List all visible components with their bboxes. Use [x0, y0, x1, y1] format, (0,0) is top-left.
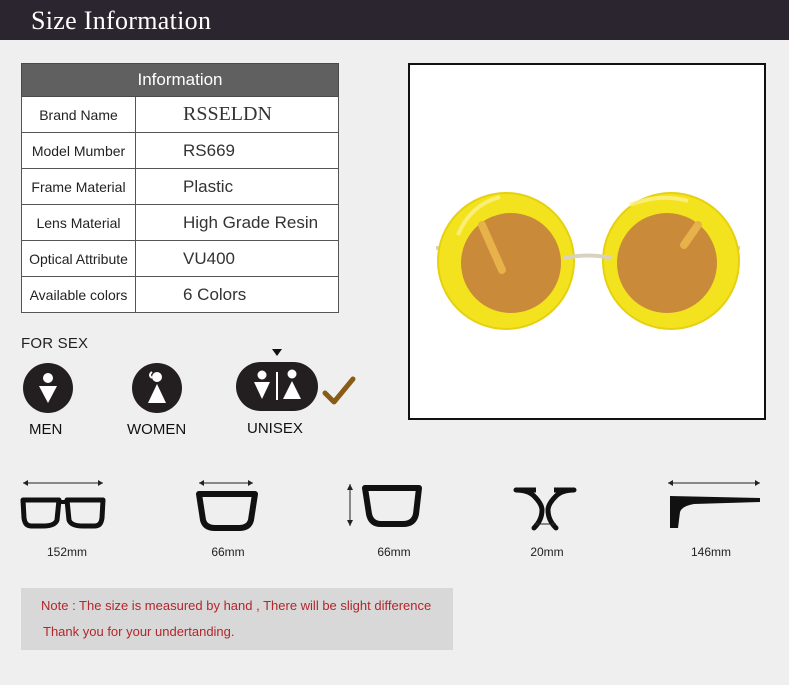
- table-row: Model Mumber RS669: [21, 132, 339, 169]
- sunglasses-image: [436, 192, 741, 330]
- row-value: High Grade Resin: [135, 204, 339, 241]
- row-label: Model Mumber: [21, 132, 136, 169]
- left-lens: [461, 213, 561, 313]
- frame-width-icon: [20, 480, 106, 529]
- row-label: Lens Material: [21, 204, 136, 241]
- dim-label-frame-width: 152mm: [46, 545, 87, 559]
- right-lens: [617, 213, 717, 313]
- sex-label-men: MEN: [29, 421, 63, 438]
- info-table-title: Information: [21, 63, 339, 97]
- selected-indicator-icon: [272, 349, 282, 356]
- female-icon: [132, 363, 182, 413]
- unisex-icon: [236, 362, 318, 411]
- product-image: [408, 63, 766, 420]
- page-title: Size Information: [31, 6, 212, 35]
- table-row: Optical Attribute VU400: [21, 240, 339, 277]
- dim-label-temple-length: 146mm: [690, 545, 731, 559]
- table-row: Lens Material High Grade Resin: [21, 204, 339, 241]
- row-value: 6 Colors: [135, 276, 339, 313]
- row-label: Frame Material: [21, 168, 136, 205]
- header-bar: Size Information: [0, 0, 789, 40]
- info-table-header: Information: [21, 63, 339, 97]
- check-icon: [322, 376, 356, 405]
- table-row: Frame Material Plastic: [21, 168, 339, 205]
- temple-length-icon: [668, 480, 760, 528]
- row-label: Available colors: [21, 276, 136, 313]
- row-value: RS669: [135, 132, 339, 169]
- sex-label-women: WOMEN: [127, 421, 187, 438]
- row-label: Brand Name: [21, 96, 136, 133]
- for-sex-heading: FOR SEX: [21, 335, 89, 352]
- sex-label-unisex: UNISEX: [247, 420, 303, 437]
- dim-label-lens-height: 66mm: [377, 545, 411, 559]
- table-row: Brand Name RSSELDN: [21, 96, 339, 133]
- note-box: Note : The size is measured by hand , Th…: [21, 588, 453, 650]
- row-value: RSSELDN: [135, 96, 339, 133]
- dim-label-bridge-width: 20mm: [530, 545, 564, 559]
- bridge: [563, 253, 613, 260]
- male-icon: [23, 363, 73, 413]
- thanks-text: Thank you for your undertanding.: [43, 624, 235, 639]
- note-text: Note : The size is measured by hand , Th…: [41, 598, 432, 613]
- table-row: Available colors 6 Colors: [21, 276, 339, 313]
- row-label: Optical Attribute: [21, 240, 136, 277]
- row-value: VU400: [135, 240, 339, 277]
- info-table: Information Brand Name RSSELDN Model Mum…: [21, 63, 339, 313]
- bridge-width-icon: [513, 487, 577, 531]
- dim-label-lens-width: 66mm: [211, 545, 245, 559]
- lens-width-icon: [196, 480, 258, 531]
- lens-height-icon: [347, 484, 422, 527]
- row-value: Plastic: [135, 168, 339, 205]
